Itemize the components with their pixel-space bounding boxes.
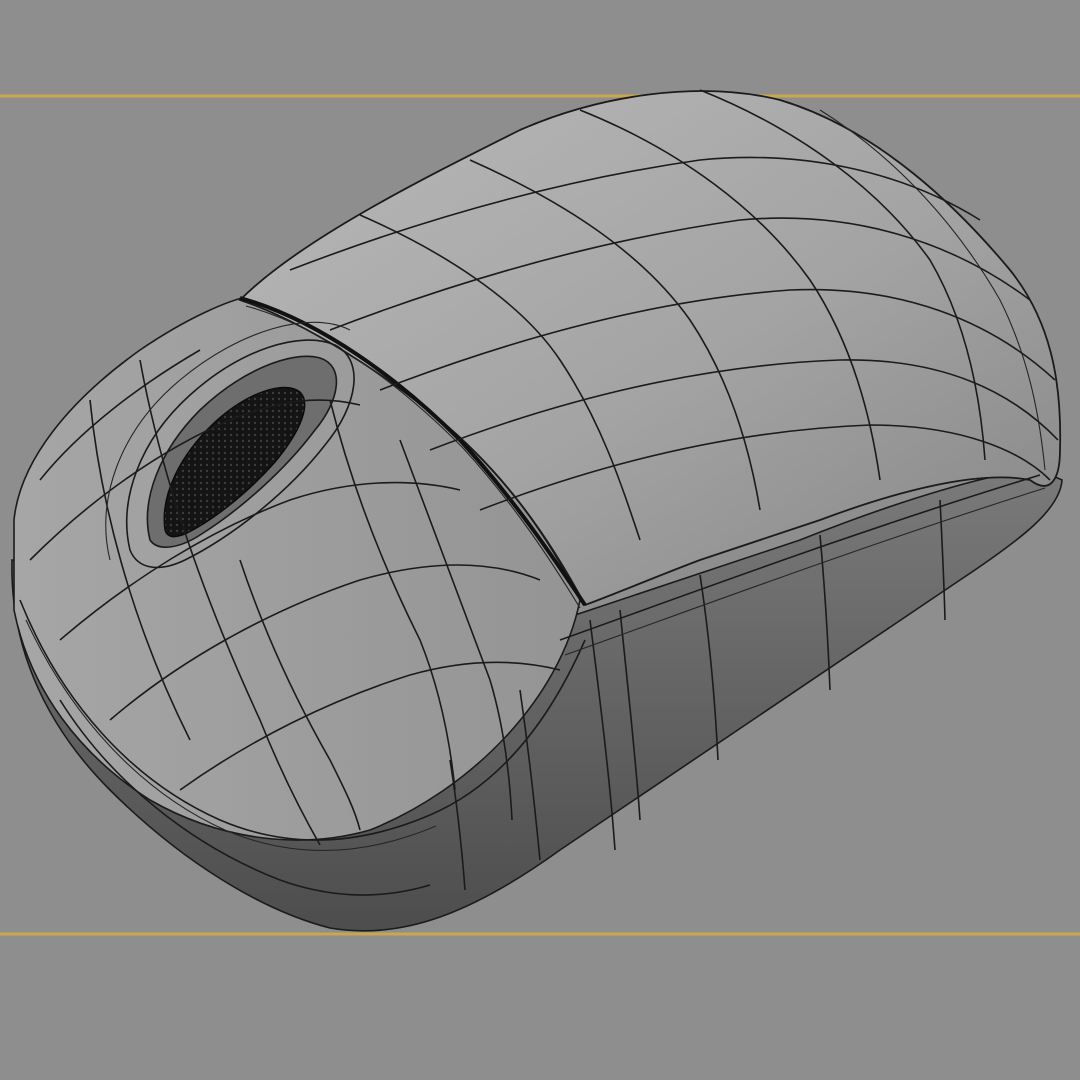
viewport-canvas	[0, 89, 1080, 936]
3d-viewport[interactable]	[0, 0, 1080, 1080]
mouse-model[interactable]	[11, 89, 1063, 932]
